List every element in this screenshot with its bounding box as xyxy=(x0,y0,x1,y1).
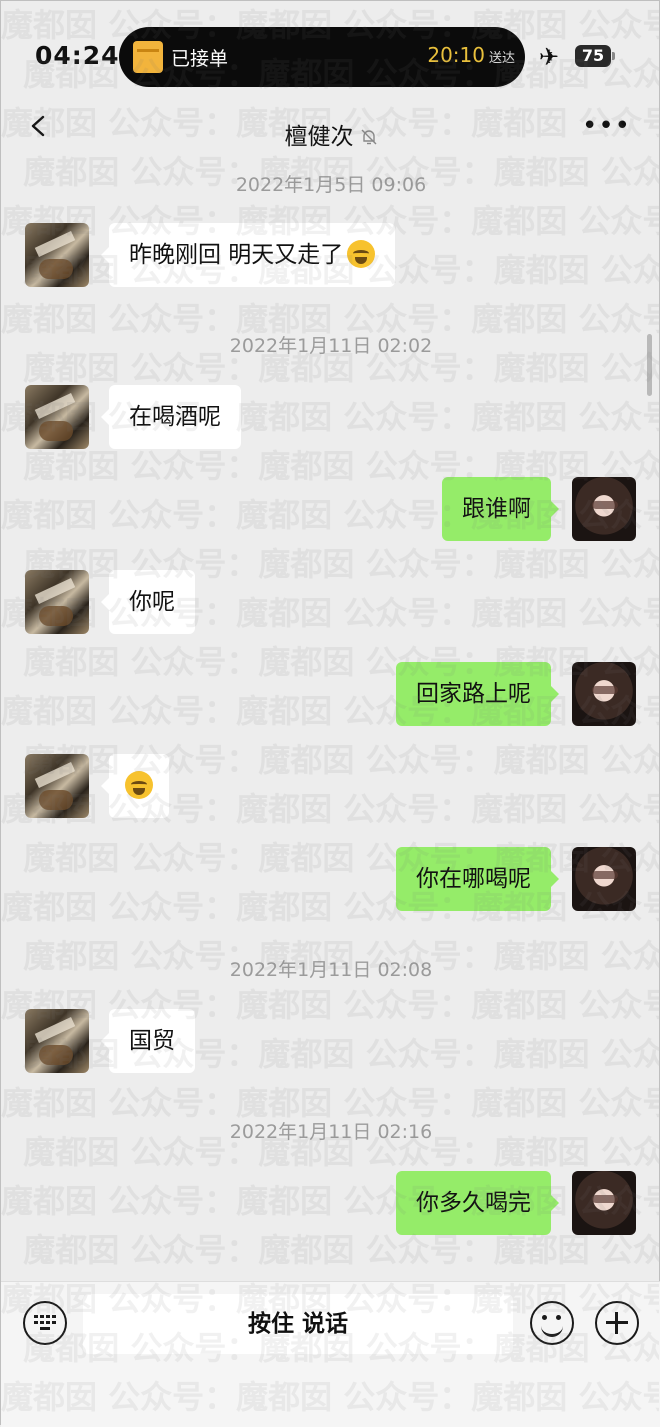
battery-icon: 75 xyxy=(575,45,615,67)
contact-avatar[interactable] xyxy=(25,1009,89,1073)
timestamp: 2022年1月5日 09:06 xyxy=(235,174,427,196)
message-bubble[interactable]: 昨晚刚回 明天又走了 xyxy=(100,223,396,287)
message-bubble-mine[interactable]: 回家路上呢 xyxy=(396,662,559,726)
chat-title: 檀健次 xyxy=(284,124,354,150)
timestamp: 2022年1月11日 02:16 xyxy=(229,1121,433,1143)
message-bubble[interactable]: 你呢 xyxy=(101,570,195,634)
contact-avatar[interactable] xyxy=(25,754,89,818)
message-text: 昨晚刚回 明天又走了 xyxy=(129,242,344,268)
message-text: 国贸 xyxy=(129,1028,175,1054)
contact-avatar[interactable] xyxy=(25,570,89,634)
message-text: 你多久喝完 xyxy=(416,1190,531,1216)
timestamp: 2022年1月11日 02:02 xyxy=(229,335,433,357)
message-bubble-mine[interactable]: 跟谁啊 xyxy=(442,477,559,541)
chat-header: 檀健次 ••• xyxy=(1,101,660,161)
contact-avatar[interactable] xyxy=(25,385,89,449)
message-bubble[interactable]: 国贸 xyxy=(101,1009,195,1073)
watermark-overlay: 魔都囡 公众号：魔都囡 公众号：魔都囡 公众号：魔都囡 公众号：魔都囡 公众号：… xyxy=(1,6,659,1416)
message-text: 你在哪喝呢 xyxy=(416,866,531,892)
package-icon xyxy=(133,41,163,73)
my-avatar[interactable] xyxy=(572,662,636,726)
message-text: 你呢 xyxy=(129,589,175,615)
message-bubble[interactable] xyxy=(101,754,169,818)
message-text: 回家路上呢 xyxy=(416,681,531,707)
crying-face-emoji-icon xyxy=(125,771,153,799)
screen-frame: 魔都囡 公众号：魔都囡 公众号：魔都囡 公众号：魔都囡 公众号：魔都囡 公众号：… xyxy=(0,0,660,1427)
plus-icon[interactable] xyxy=(595,1301,639,1345)
message-text: 跟谁啊 xyxy=(462,496,531,522)
keyboard-icon[interactable] xyxy=(23,1301,67,1345)
message-text: 在喝酒呢 xyxy=(129,404,221,430)
status-bar: 04:24 已接单 20:10 送达 ✈ 75 xyxy=(1,1,660,111)
timestamp: 2022年1月11日 02:08 xyxy=(229,959,433,981)
message-bubble-mine[interactable]: 你多久喝完 xyxy=(396,1171,559,1235)
battery-level: 75 xyxy=(581,46,605,65)
hold-to-talk-button[interactable]: 按住 说话 xyxy=(83,1294,513,1354)
scrollbar[interactable] xyxy=(647,334,652,396)
message-bubble[interactable]: 在喝酒呢 xyxy=(101,385,241,449)
island-time: 20:10 xyxy=(427,43,485,67)
dynamic-island[interactable]: 已接单 20:10 送达 xyxy=(119,27,525,87)
chat-title-wrap: 檀健次 xyxy=(1,117,660,151)
input-bar: 按住 说话 xyxy=(1,1281,660,1427)
airplane-icon: ✈ xyxy=(539,43,560,71)
my-avatar[interactable] xyxy=(572,847,636,911)
island-sub: 送达 xyxy=(488,51,515,66)
more-icon[interactable]: ••• xyxy=(582,111,631,141)
my-avatar[interactable] xyxy=(572,477,636,541)
mute-bell-icon xyxy=(361,129,376,145)
status-time: 04:24 xyxy=(35,41,120,70)
contact-avatar[interactable] xyxy=(25,223,89,287)
message-bubble-mine[interactable]: 你在哪喝呢 xyxy=(396,847,559,911)
island-label: 已接单 xyxy=(171,48,229,70)
crying-face-emoji-icon xyxy=(347,240,376,268)
emoji-icon[interactable] xyxy=(530,1301,574,1345)
my-avatar[interactable] xyxy=(572,1171,636,1235)
